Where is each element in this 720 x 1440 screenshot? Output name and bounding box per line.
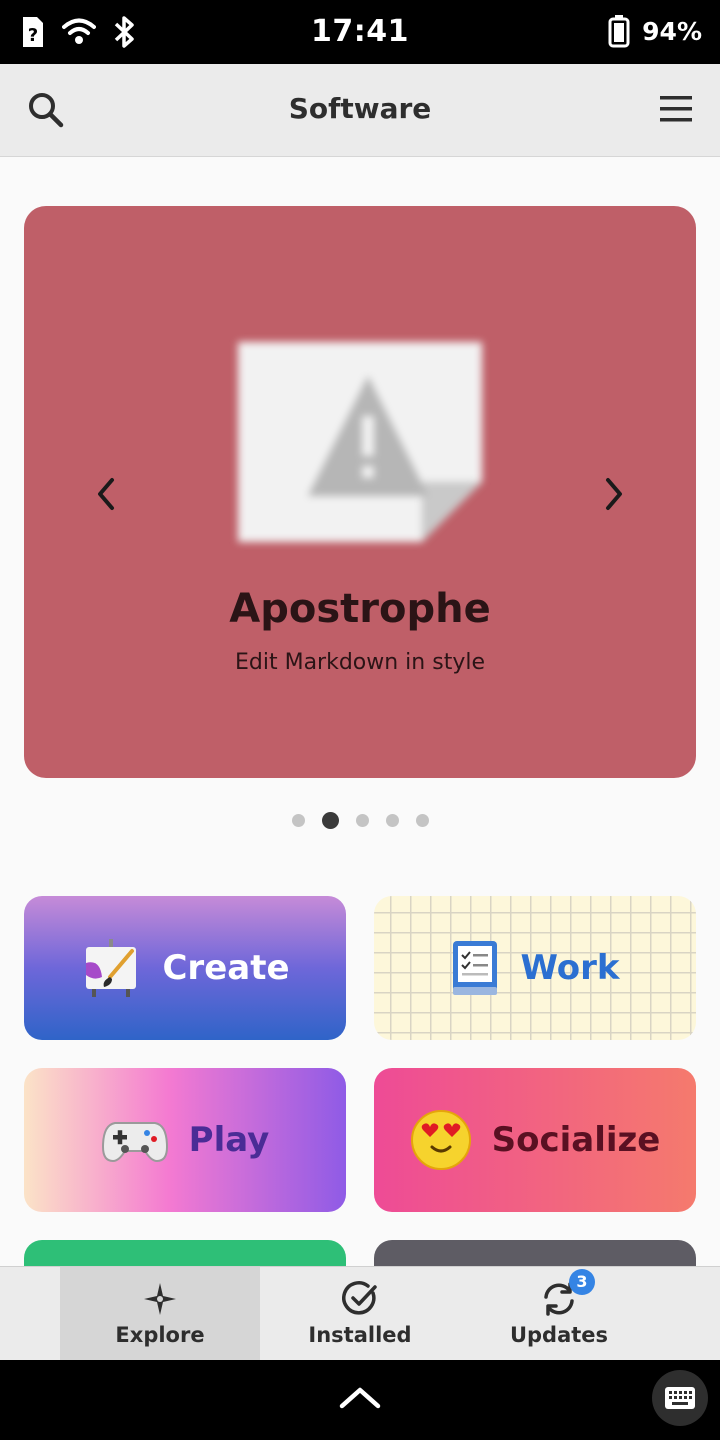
updates-icon-wrap: 3 (541, 1269, 595, 1317)
featured-app-title: Apostrophe (229, 586, 491, 632)
missing-image-icon (238, 342, 482, 542)
category-label: Play (188, 1120, 270, 1160)
hamburger-menu-icon[interactable] (660, 94, 692, 124)
carousel-indicator (0, 812, 720, 829)
explore-compass-icon (144, 1283, 176, 1315)
tab-label: Updates (509, 1323, 609, 1347)
category-socialize[interactable]: Socialize (374, 1068, 696, 1212)
updates-count-badge: 3 (569, 1269, 595, 1295)
view-switcher: Explore Installed 3 Updates (0, 1266, 720, 1360)
carousel-dot[interactable] (291, 814, 305, 827)
category-label: Socialize (491, 1120, 661, 1160)
header-bar: Software (0, 64, 720, 157)
carousel-dot-active[interactable] (321, 812, 339, 829)
tab-installed[interactable]: Installed (260, 1267, 460, 1360)
category-play[interactable]: Play (24, 1068, 346, 1212)
page-title: Software (288, 92, 432, 125)
category-work[interactable]: Work (374, 896, 696, 1040)
tab-explore[interactable]: Explore (60, 1267, 260, 1360)
chevron-left-icon[interactable] (92, 474, 122, 514)
chevron-right-icon[interactable] (598, 474, 628, 514)
status-bar: ? 17:41 94% (0, 0, 720, 64)
gamepad-icon (101, 1122, 168, 1163)
featured-carousel[interactable]: Apostrophe Edit Markdown in style (24, 206, 696, 778)
battery-percent: 94% (642, 16, 702, 46)
heart-eyes-emoji-icon (410, 1110, 471, 1170)
battery-icon (608, 15, 630, 48)
carousel-dot[interactable] (385, 814, 399, 827)
system-nav-bar (0, 1360, 720, 1440)
keyboard-toggle-button[interactable] (652, 1370, 708, 1426)
status-right: 94% (608, 14, 702, 48)
carousel-dot[interactable] (415, 814, 429, 827)
tab-updates[interactable]: 3 Updates (459, 1267, 659, 1360)
work-checklist-icon (453, 941, 498, 995)
chevron-up-icon[interactable] (338, 1384, 382, 1410)
tab-label: Explore (115, 1323, 205, 1347)
carousel-dot[interactable] (355, 814, 369, 827)
category-create[interactable]: Create (24, 896, 346, 1040)
featured-app-subtitle: Edit Markdown in style (234, 650, 485, 675)
keyboard-icon (665, 1387, 695, 1409)
tab-label: Installed (308, 1323, 412, 1347)
category-label: Create (162, 948, 290, 988)
category-label: Work (520, 948, 620, 988)
create-easel-icon (86, 939, 137, 997)
installed-check-icon (342, 1281, 377, 1315)
software-app: Software Apostrophe Edit Markdown in sty… (0, 64, 720, 1360)
